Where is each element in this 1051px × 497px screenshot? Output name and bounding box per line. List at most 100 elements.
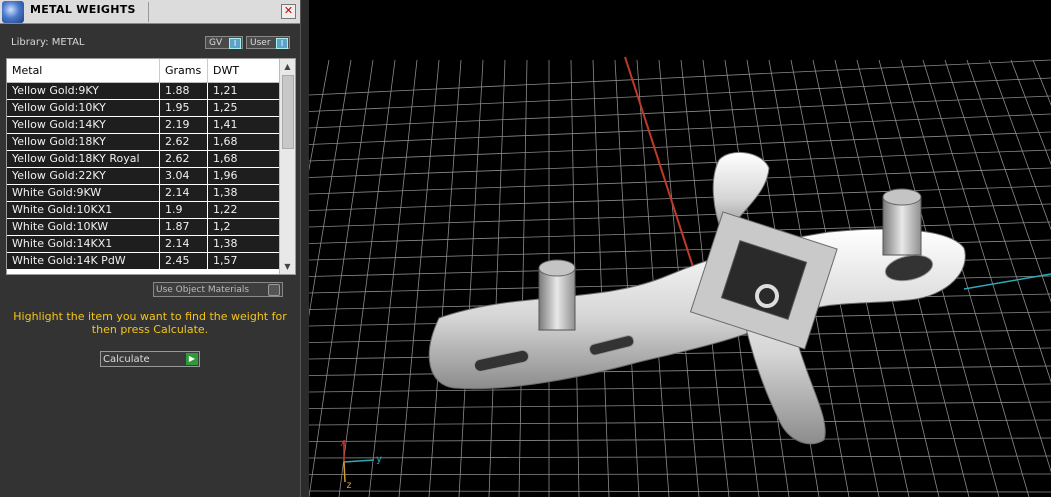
grid-line bbox=[309, 149, 1051, 178]
table-header: Metal Grams DWT bbox=[7, 59, 279, 83]
grid-line bbox=[398, 59, 440, 497]
cell-dwt: 1,38 bbox=[207, 185, 265, 201]
cell-metal: White Gold:9KW bbox=[12, 186, 102, 199]
table-row[interactable]: Yellow Gold:10KY 1.95 1,25 bbox=[7, 100, 279, 116]
grid-line bbox=[309, 455, 1051, 459]
grid-line bbox=[309, 167, 1051, 195]
cell-metal: White Gold:10KX1 bbox=[12, 203, 113, 216]
cell-dwt: 1,57 bbox=[207, 253, 265, 269]
app-logo-icon bbox=[2, 1, 24, 23]
table-row[interactable]: Yellow Gold:9KY 1.88 1,21 bbox=[7, 83, 279, 99]
scroll-down-icon[interactable]: ▼ bbox=[280, 260, 295, 273]
grid-line bbox=[944, 59, 1051, 383]
grid-line bbox=[1032, 59, 1051, 106]
3d-viewport[interactable]: x y z bbox=[309, 0, 1051, 497]
user-toggle-label: User bbox=[250, 38, 271, 48]
metal-weights-panel: METAL WEIGHTS ✕ Library: METAL GV I User… bbox=[0, 0, 301, 497]
grid-line bbox=[309, 113, 1051, 145]
cell-grams: 2.62 bbox=[159, 134, 207, 150]
table-row[interactable]: White Gold:14KX1 2.14 1,38 bbox=[7, 236, 279, 252]
table-row[interactable]: Yellow Gold:14KY 2.19 1,41 bbox=[7, 117, 279, 133]
use-object-materials-toggle-icon bbox=[268, 284, 280, 296]
gv-toggle-knob-icon: I bbox=[229, 38, 241, 49]
cell-metal: Yellow Gold:22KY bbox=[12, 169, 106, 182]
grid-line bbox=[309, 59, 1051, 96]
grid-line bbox=[988, 59, 1051, 231]
cell-metal: Yellow Gold:18KY bbox=[12, 135, 106, 148]
cell-grams: 1.88 bbox=[159, 83, 207, 99]
cell-dwt: 1,21 bbox=[207, 83, 265, 99]
cell-grams: 2.14 bbox=[159, 236, 207, 252]
column-header-metal[interactable]: Metal bbox=[7, 59, 159, 82]
use-object-materials-label: Use Object Materials bbox=[156, 285, 250, 295]
cell-metal: Yellow Gold:10KY bbox=[12, 101, 106, 114]
close-icon[interactable]: ✕ bbox=[281, 4, 296, 19]
grid-line bbox=[309, 77, 1051, 112]
cell-dwt: 1,22 bbox=[207, 202, 265, 218]
grid-line bbox=[518, 59, 528, 497]
calculate-label: Calculate bbox=[103, 354, 150, 365]
grid-line bbox=[309, 59, 374, 497]
calculate-button[interactable]: Calculate ▶ bbox=[100, 351, 200, 367]
cell-metal: White Gold:14K PdW bbox=[12, 254, 126, 267]
panel-title: METAL WEIGHTS bbox=[30, 3, 136, 16]
cell-grams: 2.14 bbox=[159, 185, 207, 201]
gv-toggle[interactable]: GV I bbox=[205, 36, 243, 49]
table-row[interactable]: Yellow Gold:22KY 3.04 1,96 bbox=[7, 168, 279, 184]
grid-line bbox=[309, 437, 1051, 442]
table-row[interactable]: White Gold:10KX1 1.9 1,22 bbox=[7, 202, 279, 218]
grid-line bbox=[309, 490, 1051, 493]
gizmo-x-label: x bbox=[340, 438, 346, 449]
axis-gizmo: x y z bbox=[340, 438, 382, 491]
grid-line bbox=[309, 383, 1051, 393]
play-arrow-icon: ▶ bbox=[186, 353, 198, 365]
metal-table: Metal Grams DWT Yellow Gold:9KY 1.88 1,21 … bbox=[6, 58, 296, 275]
cell-metal: White Gold:10KW bbox=[12, 220, 109, 233]
cell-grams: 3.04 bbox=[159, 168, 207, 184]
table-row[interactable]: White Gold:10KW 1.87 1,2 bbox=[7, 219, 279, 235]
cell-dwt: 1,68 bbox=[207, 134, 265, 150]
grid-line bbox=[309, 401, 1051, 409]
cell-dwt: 1,25 bbox=[207, 100, 265, 116]
grid-line bbox=[488, 59, 506, 497]
cell-grams: 1.9 bbox=[159, 202, 207, 218]
table-body: Yellow Gold:9KY 1.88 1,21 Yellow Gold:10KY… bbox=[7, 83, 279, 270]
user-toggle-knob-icon: I bbox=[276, 38, 288, 49]
table-row[interactable]: White Gold:9KW 2.14 1,38 bbox=[7, 185, 279, 201]
y-axis-line bbox=[963, 273, 1051, 290]
library-label: Library: METAL bbox=[11, 37, 85, 48]
ring-model bbox=[428, 151, 966, 445]
cell-dwt: 1,2 bbox=[207, 219, 265, 235]
grid-line bbox=[309, 131, 1051, 162]
user-toggle[interactable]: User I bbox=[246, 36, 290, 49]
column-header-grams[interactable]: Grams bbox=[159, 59, 207, 82]
table-row[interactable]: Yellow Gold:18KY Royal 2.62 1,68 bbox=[7, 151, 279, 167]
cell-dwt: 1,68 bbox=[207, 151, 265, 167]
cell-dwt: 1,96 bbox=[207, 168, 265, 184]
viewport-canvas: x y z bbox=[309, 56, 1051, 497]
cell-dwt: 1,38 bbox=[207, 236, 265, 252]
use-object-materials-button[interactable]: Use Object Materials bbox=[153, 282, 283, 297]
grid-line bbox=[309, 95, 1051, 129]
grid-line bbox=[614, 59, 640, 497]
cell-metal: Yellow Gold:9KY bbox=[12, 84, 99, 97]
grid-line bbox=[309, 473, 1051, 475]
table-scrollbar[interactable]: ▲ ▼ bbox=[279, 59, 295, 274]
grid-line bbox=[309, 59, 352, 318]
grid-line bbox=[368, 59, 418, 497]
cell-grams: 2.62 bbox=[159, 151, 207, 167]
table-row[interactable]: White Gold:14K PdW 2.45 1,57 bbox=[7, 253, 279, 269]
grid-line bbox=[309, 419, 1051, 426]
grid-line bbox=[592, 59, 610, 497]
gizmo-z-label: z bbox=[346, 480, 352, 491]
table-row[interactable]: Yellow Gold:18KY 2.62 1,68 bbox=[7, 134, 279, 150]
column-header-dwt[interactable]: DWT bbox=[207, 59, 265, 82]
scroll-thumb[interactable] bbox=[282, 75, 294, 149]
cell-grams: 1.87 bbox=[159, 219, 207, 235]
gizmo-y-label: y bbox=[376, 454, 382, 465]
cell-grams: 2.19 bbox=[159, 117, 207, 133]
scroll-up-icon[interactable]: ▲ bbox=[280, 60, 295, 73]
instruction-text: Highlight the item you want to find the … bbox=[13, 310, 287, 336]
grid-line bbox=[458, 59, 484, 497]
cell-metal: White Gold:14KX1 bbox=[12, 237, 113, 250]
